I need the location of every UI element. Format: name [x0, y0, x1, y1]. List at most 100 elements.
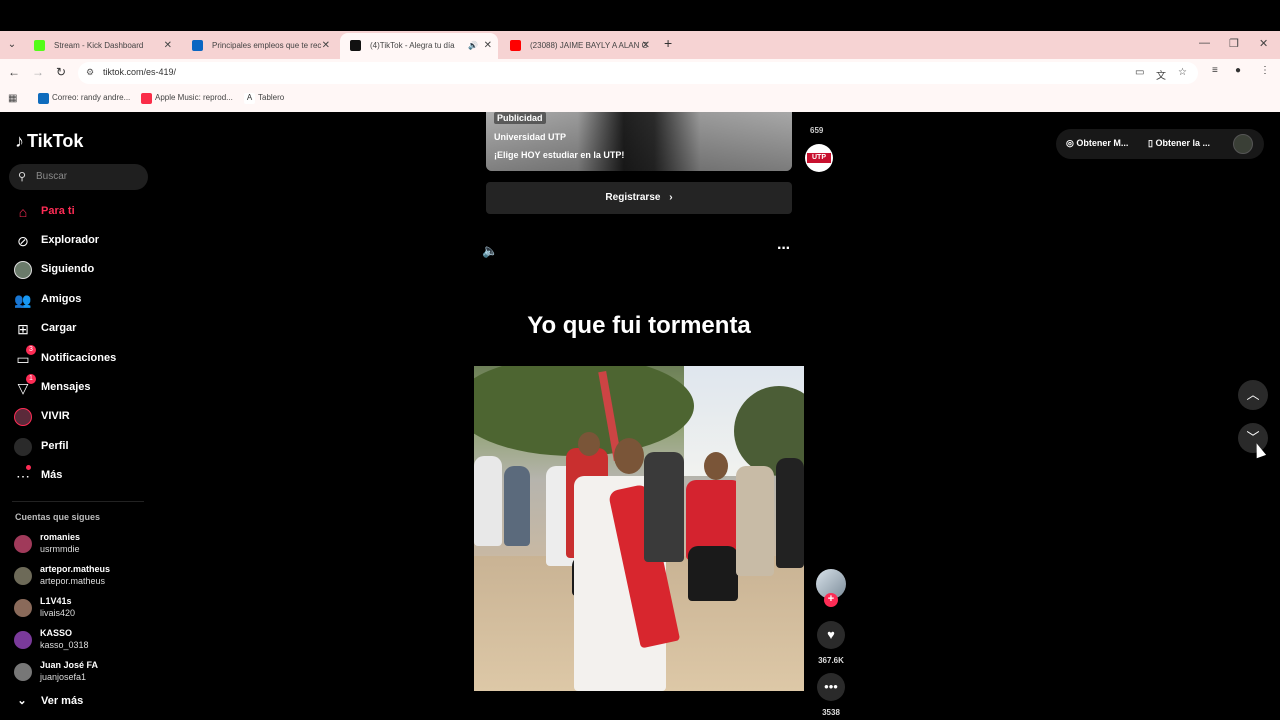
nav-label: Notificaciones: [41, 352, 117, 364]
nav-vivir[interactable]: VIVIR: [12, 406, 152, 428]
window-top-area: [0, 0, 1280, 31]
tab-tiktok[interactable]: (4)TikTok - Alegra tu día 🔊 ✕: [340, 33, 498, 59]
close-tab-icon[interactable]: ✕: [642, 33, 650, 59]
following-account[interactable]: Juan José FA juanjosefa1: [12, 660, 152, 686]
user-avatar[interactable]: [1233, 134, 1253, 154]
account-name: romanies: [40, 532, 81, 542]
tab-youtube[interactable]: (23088) JAIME BAYLY A ALAN G ✕: [500, 33, 656, 59]
nav-mensajes[interactable]: ▽ 1 Mensajes: [12, 374, 152, 399]
previous-video-button[interactable]: ︿: [1238, 380, 1268, 410]
nav-label: Amigos: [41, 293, 82, 305]
bookmark-label: Apple Music: reprod...: [155, 93, 233, 102]
compass-icon: ⊘: [17, 233, 29, 249]
see-more-button[interactable]: ⌄ Ver más: [15, 694, 83, 707]
like-button[interactable]: ♥: [817, 621, 845, 649]
translate-icon[interactable]: 文: [1156, 67, 1166, 82]
register-button[interactable]: Registrarse ›: [486, 182, 792, 214]
install-app-icon[interactable]: ▭: [1135, 67, 1144, 78]
tab-linkedin[interactable]: Principales empleos que te rec ✕: [182, 33, 336, 59]
coin-icon: ◎: [1066, 138, 1074, 148]
account-name: Juan José FA: [40, 660, 99, 670]
search-input[interactable]: ⚲ Buscar: [9, 164, 148, 190]
nav-label: Explorador: [41, 234, 100, 246]
comment-button[interactable]: •••: [817, 673, 845, 701]
reload-icon[interactable]: ↻: [56, 65, 66, 79]
tab-kick[interactable]: Stream - Kick Dashboard ✕: [24, 33, 178, 59]
nav-siguiendo[interactable]: Siguiendo: [12, 259, 152, 281]
account-name: KASSO: [40, 628, 73, 638]
following-account[interactable]: artepor.matheus artepor.matheus: [12, 564, 152, 590]
volume-icon[interactable]: 🔈: [482, 243, 498, 259]
ad-count: 659: [810, 126, 824, 135]
linkedin-favicon-icon: [192, 40, 203, 51]
apps-grid-icon[interactable]: ▦: [8, 93, 17, 104]
live-icon: [14, 408, 32, 426]
following-account[interactable]: KASSO kasso_0318: [12, 628, 152, 654]
new-tab-button[interactable]: +: [664, 35, 672, 51]
get-app-button[interactable]: ▯ Obtener la ...: [1148, 138, 1210, 149]
forward-icon[interactable]: →: [32, 65, 44, 79]
comment-icon: •••: [824, 679, 838, 694]
nav-para-ti[interactable]: ⌂ Para ti: [12, 201, 152, 223]
nav-cargar[interactable]: ⊞ Cargar: [12, 318, 152, 340]
browser-menu-icon[interactable]: ⋮: [1260, 65, 1270, 76]
video-player[interactable]: [474, 366, 804, 691]
get-app-label: Obtener la ...: [1155, 138, 1210, 148]
ad-brand: Universidad UTP: [494, 132, 567, 142]
account-name: artepor.matheus: [40, 564, 111, 574]
site-info-icon[interactable]: ⚙: [86, 67, 94, 78]
youtube-favicon-icon: [510, 40, 521, 51]
account-handle: kasso_0318: [40, 640, 89, 650]
ad-description: ¡Elige HOY estudiar en la UTP!: [494, 150, 625, 160]
nav-notificaciones[interactable]: ▭ 3 Notificaciones: [12, 345, 152, 370]
brand-name: TikTok: [27, 131, 84, 151]
nav-mas[interactable]: ⋯ Más: [12, 465, 152, 487]
nav-label: Cargar: [41, 322, 77, 334]
follow-plus-icon[interactable]: +: [824, 593, 838, 607]
extension-icon[interactable]: ●: [1235, 65, 1241, 76]
browser-toolbar: ← → ↻ ⚙ tiktok.com/es-419/ ▭ 文 ☆ ≡ ● ⋮: [0, 59, 1280, 88]
back-icon[interactable]: ←: [8, 65, 20, 79]
close-window-icon[interactable]: ✕: [1259, 37, 1268, 50]
mail-icon: [38, 93, 49, 104]
more-options-icon[interactable]: ···: [777, 240, 791, 258]
see-more-label: Ver más: [41, 695, 84, 707]
following-account[interactable]: romanies usrmmdie: [12, 532, 152, 558]
advertiser-avatar[interactable]: UTP: [805, 144, 833, 172]
tab-title: (4)TikTok - Alegra tu día: [370, 41, 455, 50]
dashboard-icon: A: [244, 93, 255, 104]
tiktok-logo[interactable]: ♪ TikTok: [15, 131, 83, 152]
nav-amigos[interactable]: 👥 Amigos: [12, 289, 152, 311]
bookmark-item[interactable]: Apple Music: reprod...: [141, 93, 233, 104]
bookmark-label: Tablero: [258, 93, 285, 102]
close-tab-icon[interactable]: ✕: [484, 33, 492, 59]
nav-explorador[interactable]: ⊘ Explorador: [12, 230, 152, 252]
avatar: [14, 599, 32, 617]
utp-logo: UTP: [807, 153, 831, 163]
speaker-icon[interactable]: 🔊: [468, 33, 478, 59]
nav-perfil[interactable]: Perfil: [12, 436, 152, 458]
following-account[interactable]: L1V41s livais420: [12, 596, 152, 622]
close-tab-icon[interactable]: ✕: [322, 33, 330, 59]
tab-search-icon[interactable]: ⌄: [4, 37, 20, 53]
minimize-icon[interactable]: —: [1199, 37, 1210, 49]
following-accounts-header: Cuentas que sigues: [15, 512, 101, 522]
nav-label: Siguiendo: [41, 263, 95, 275]
get-coins-button[interactable]: ◎ Obtener M...: [1066, 138, 1128, 149]
notification-badge: 3: [26, 345, 36, 355]
bookmark-item[interactable]: A Tablero: [244, 93, 285, 104]
get-coins-label: Obtener M...: [1076, 138, 1129, 148]
account-handle: usrmmdie: [40, 544, 80, 554]
address-bar[interactable]: ⚙ tiktok.com/es-419/ ▭ 文 ☆: [78, 62, 1198, 84]
music-icon: [141, 93, 152, 104]
media-control-icon[interactable]: ≡: [1212, 65, 1218, 76]
search-placeholder: Buscar: [36, 171, 68, 182]
ad-card[interactable]: Publicidad Universidad UTP ¡Elige HOY es…: [486, 112, 792, 171]
bookmark-star-icon[interactable]: ☆: [1178, 67, 1187, 78]
bookmark-item[interactable]: Correo: randy andre...: [38, 93, 130, 104]
maximize-icon[interactable]: ❐: [1229, 37, 1239, 50]
close-tab-icon[interactable]: ✕: [164, 33, 172, 59]
video-head: [614, 438, 644, 474]
tiktok-note-icon: ♪: [15, 131, 24, 151]
search-icon: ⚲: [18, 171, 27, 183]
